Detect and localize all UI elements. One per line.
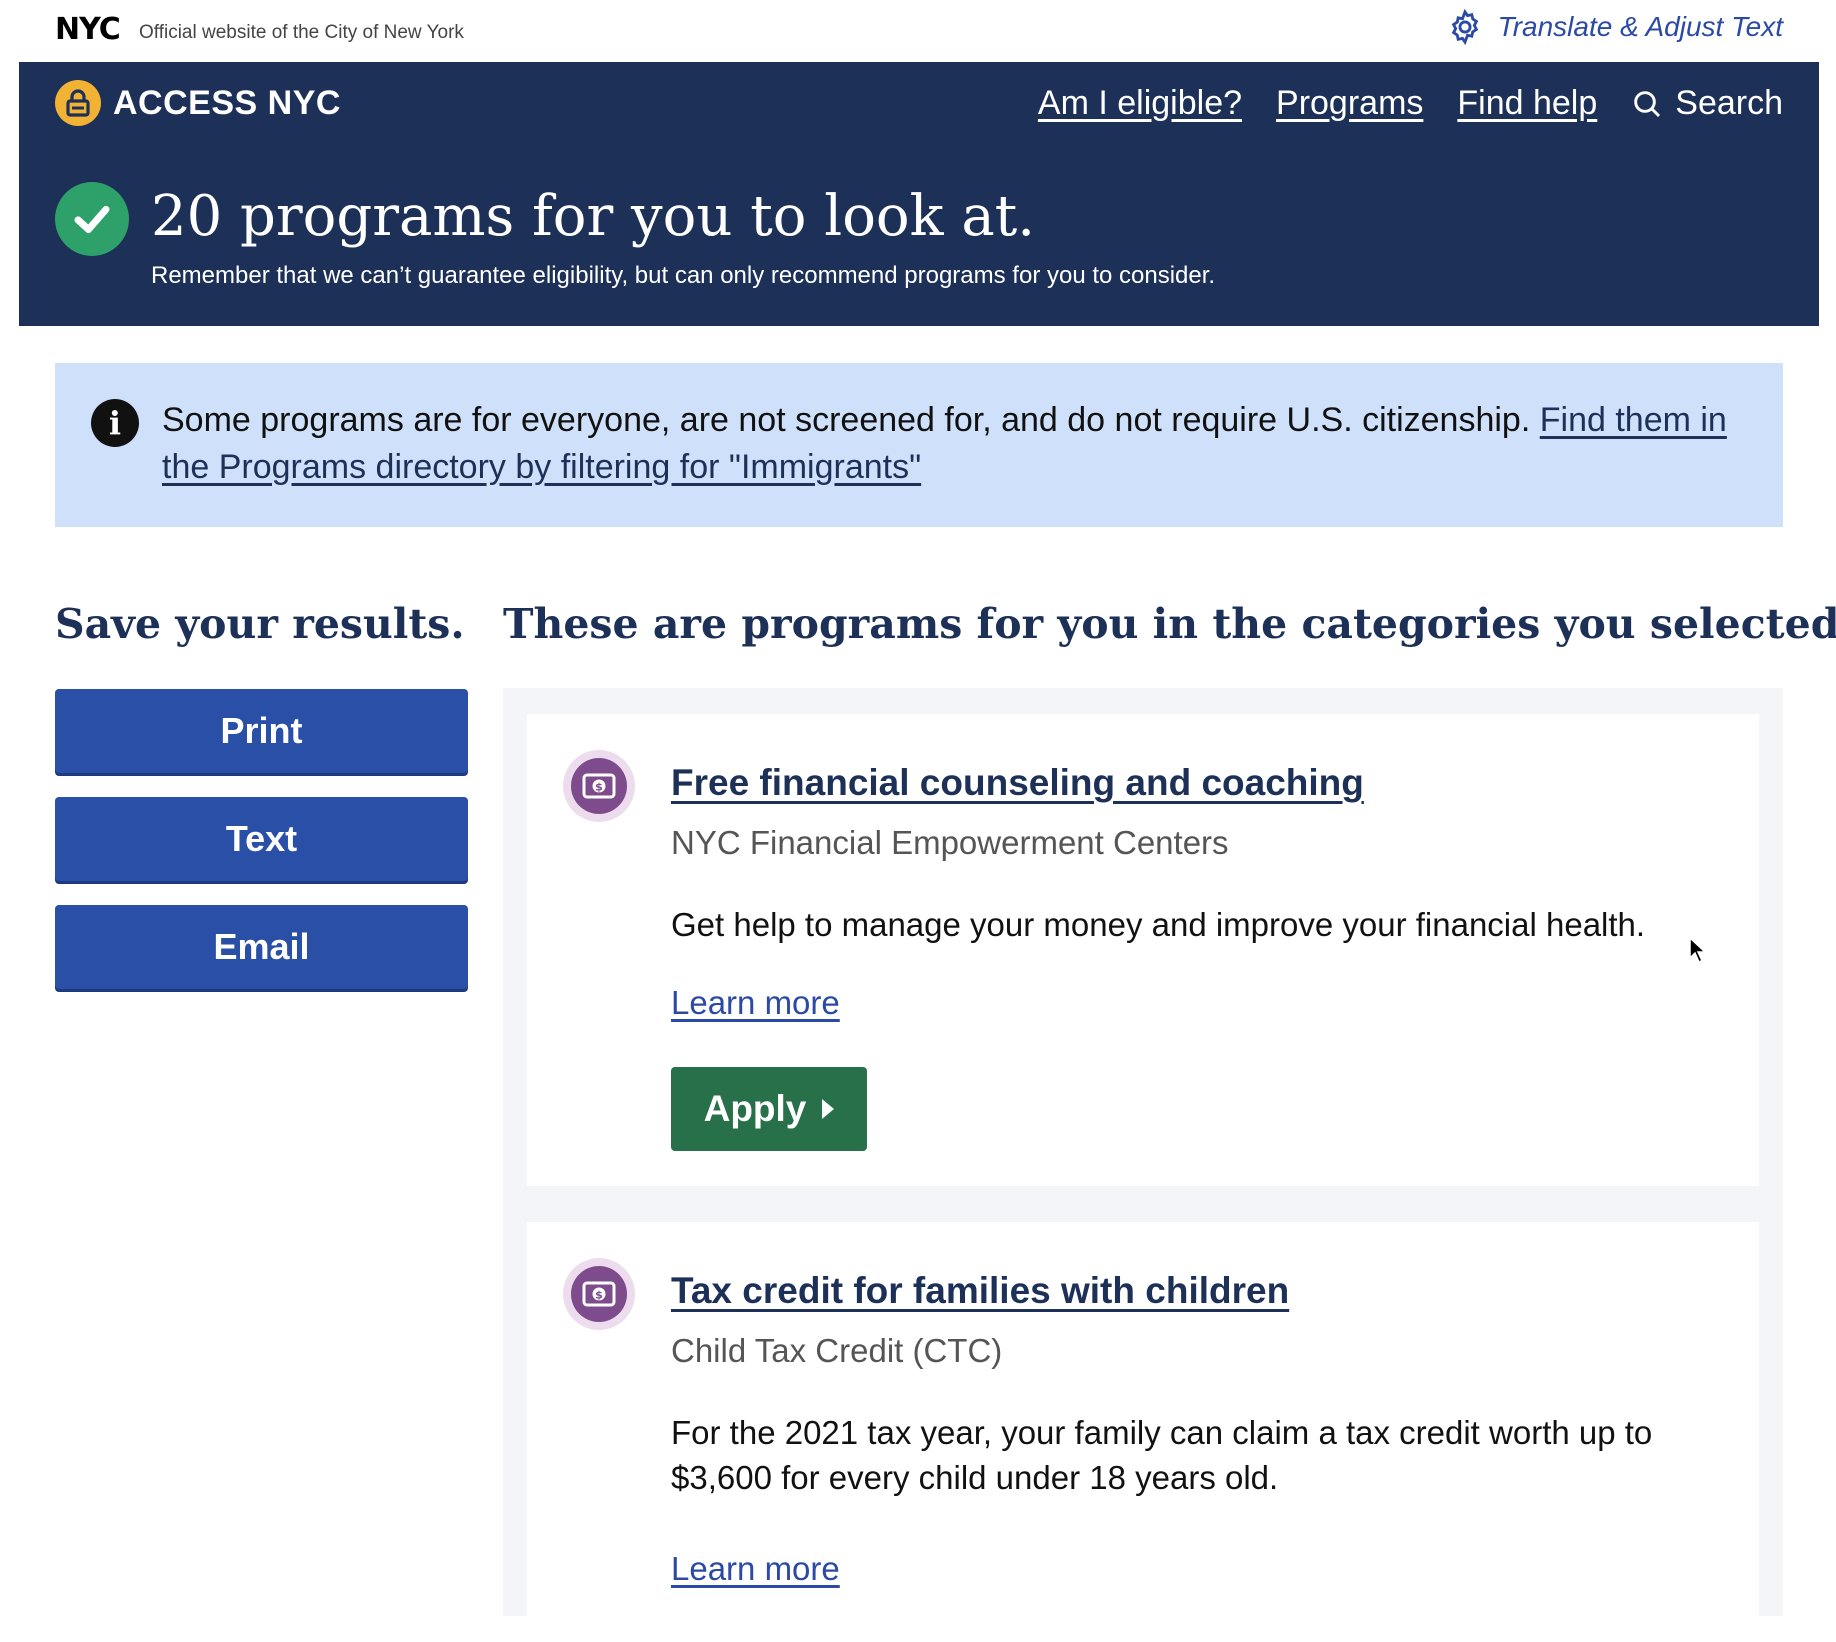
nav-find-help[interactable]: Find help <box>1457 84 1597 123</box>
learn-more-link[interactable]: Learn more <box>671 984 840 1022</box>
search-icon <box>1634 90 1661 117</box>
nav-search[interactable]: Search <box>1631 84 1783 123</box>
learn-more-link[interactable]: Learn more <box>671 1550 840 1588</box>
immigrant-notice: i Some programs are for everyone, are no… <box>55 363 1783 527</box>
notice-text: Some programs are for everyone, are not … <box>162 397 1762 491</box>
save-results-title: Save your results. <box>55 600 465 648</box>
hero-title: 20 programs for you to look at. <box>151 184 1036 249</box>
results-title: These are programs for you in the catego… <box>503 600 1836 648</box>
main-nav: Am I eligible? Programs Find help Search <box>1038 84 1783 123</box>
mouse-cursor-icon <box>1689 936 1707 964</box>
check-circle-icon <box>55 182 129 256</box>
translate-button[interactable]: Translate & Adjust Text <box>1446 8 1783 46</box>
lock-icon <box>55 80 101 126</box>
official-website-text: Official website of the City of New York <box>139 22 464 43</box>
search-label: Search <box>1675 84 1783 122</box>
program-subtitle: Child Tax Credit (CTC) <box>671 1332 1003 1369</box>
site-header: ACCESS NYC Am I eligible? Programs Find … <box>19 62 1819 326</box>
program-description: For the 2021 tax year, your family can c… <box>671 1414 1653 1496</box>
info-icon: i <box>91 399 139 447</box>
page-frame: NYC Official website of the City of New … <box>19 0 1836 1642</box>
nav-programs[interactable]: Programs <box>1276 84 1423 123</box>
program-description: Get help to manage your money and improv… <box>671 906 1646 943</box>
notice-body: Some programs are for everyone, are not … <box>162 401 1531 439</box>
hero-subtitle: Remember that we can’t guarantee eligibi… <box>151 262 1216 289</box>
money-icon: $ <box>563 1258 635 1330</box>
money-icon: $ <box>563 750 635 822</box>
official-bar: NYC Official website of the City of New … <box>19 0 1819 62</box>
apply-button[interactable]: Apply <box>671 1067 867 1151</box>
results-hero: 20 programs for you to look at. <box>55 180 1035 256</box>
nav-am-i-eligible[interactable]: Am I eligible? <box>1038 84 1242 123</box>
text-button[interactable]: Text <box>55 797 468 881</box>
email-button[interactable]: Email <box>55 905 468 989</box>
program-card: $ Tax credit for families with children … <box>527 1222 1759 1642</box>
translate-label: Translate & Adjust Text <box>1497 11 1783 42</box>
brand-name: ACCESS NYC <box>113 83 341 122</box>
arrow-right-icon <box>822 1099 835 1119</box>
apply-label: Apply <box>703 1088 807 1129</box>
svg-text:$: $ <box>595 781 603 794</box>
svg-text:$: $ <box>595 1289 603 1302</box>
program-title-link[interactable]: Tax credit for families with children <box>671 1270 1289 1312</box>
brand-link[interactable]: ACCESS NYC <box>55 80 341 126</box>
nyc-logo[interactable]: NYC <box>55 12 121 47</box>
program-title-link[interactable]: Free financial counseling and coaching <box>671 762 1364 804</box>
results-list: $ Free financial counseling and coaching… <box>503 688 1783 1642</box>
program-card: $ Free financial counseling and coaching… <box>527 714 1759 1186</box>
print-button[interactable]: Print <box>55 689 468 773</box>
program-subtitle: NYC Financial Empowerment Centers <box>671 824 1229 861</box>
gear-icon <box>1451 8 1478 46</box>
